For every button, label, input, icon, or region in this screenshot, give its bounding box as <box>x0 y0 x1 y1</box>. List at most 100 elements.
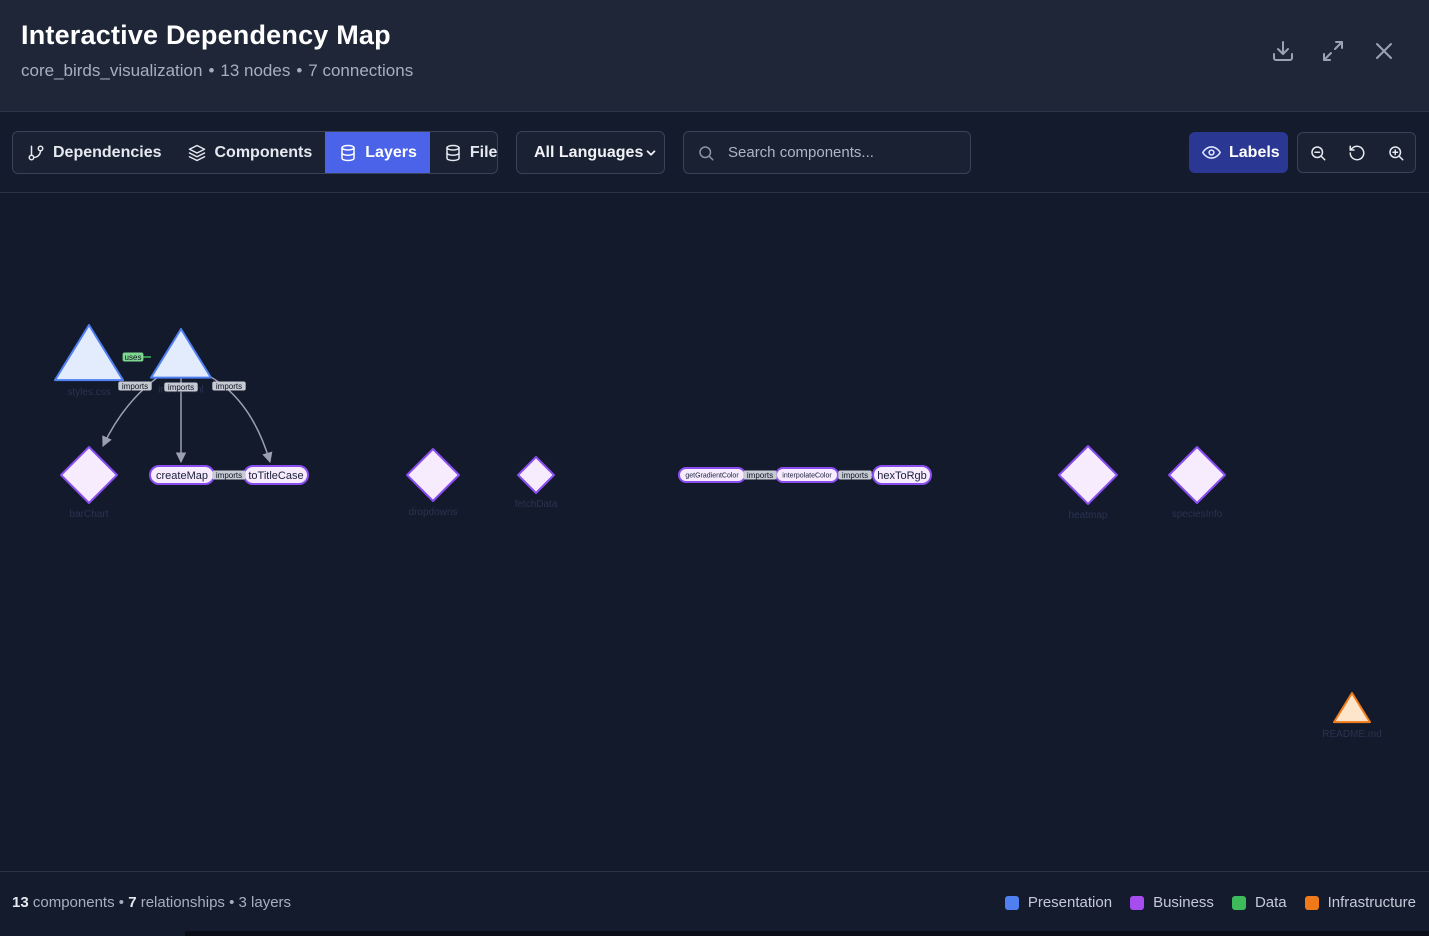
triangle-node-shape <box>54 324 124 382</box>
components-count: 13 <box>12 894 29 911</box>
legend-item-business: Business <box>1130 894 1214 911</box>
node-label: heatmap <box>1069 510 1108 521</box>
tab-label: Layers <box>365 143 417 161</box>
graph-node-createMap[interactable]: createMap <box>149 465 215 485</box>
legend-item-data: Data <box>1231 894 1287 911</box>
zoom-in-button[interactable] <box>1376 133 1415 172</box>
dependency-map-app: Interactive Dependency Map core_birds_vi… <box>0 0 1429 936</box>
node-label: createMap <box>156 470 208 482</box>
relationships-label: relationships <box>140 894 225 911</box>
diamond-node-shape <box>60 446 118 504</box>
tab-layers[interactable]: Layers <box>325 132 430 173</box>
graph-node-getGradientColor[interactable]: getGradientColor <box>678 467 746 483</box>
node-label: README.md <box>1322 729 1381 740</box>
language-select-value: All Languages <box>534 143 644 161</box>
legend-swatch <box>1004 895 1019 910</box>
separator: • <box>118 894 125 911</box>
tab-dependencies[interactable]: Dependencies <box>13 132 174 173</box>
status-bar: 13 components • 7 relationships • 3 laye… <box>0 871 1429 936</box>
node-count: 13 nodes <box>220 61 291 80</box>
relationships-count: 7 <box>128 894 137 911</box>
view-mode-tabs: Dependencies Components Layers Files <box>12 131 498 174</box>
legend-label: Data <box>1254 894 1287 911</box>
graph-canvas[interactable]: styles.cssindex.htmlbarChartcreateMaptoT… <box>0 194 1429 871</box>
graph-node-dropdowns[interactable]: dropdowns <box>406 448 460 518</box>
legend-label: Infrastructure <box>1327 894 1416 911</box>
legend-label: Presentation <box>1027 894 1113 911</box>
edge-label-text: uses <box>125 353 142 362</box>
labels-toggle-button[interactable]: Labels <box>1189 132 1288 173</box>
legend-swatch <box>1231 895 1246 910</box>
edge-label: imports <box>212 381 246 391</box>
diamond-node-shape <box>1168 446 1226 504</box>
layer-legend: Presentation Business Data Infrastructur… <box>1004 894 1416 911</box>
project-name: core_birds_visualization <box>21 61 203 80</box>
edge-label: imports <box>838 470 872 480</box>
edge-label-text: imports <box>168 383 194 392</box>
components-label: components <box>32 894 115 911</box>
edge-label: imports <box>743 470 777 480</box>
zoom-out-icon <box>1310 145 1325 160</box>
toolbar: Dependencies Components Layers Files All… <box>0 113 1429 193</box>
edge-label-text: imports <box>216 382 242 391</box>
node-label: interpolateColor <box>782 473 832 480</box>
labels-button-label: Labels <box>1229 143 1280 161</box>
node-label: getGradientColor <box>685 473 739 480</box>
git-branch-icon <box>28 145 44 160</box>
layers-count: 3 layers <box>238 894 292 911</box>
node-label: toTitleCase <box>248 470 303 482</box>
triangle-node-shape <box>150 328 212 379</box>
graph-node-barChart[interactable]: barChart <box>60 446 118 520</box>
graph-node-hexToRgb[interactable]: hexToRgb <box>872 465 932 485</box>
node-label: styles.css <box>67 387 110 398</box>
eye-icon <box>1202 146 1221 159</box>
node-label: barChart <box>70 509 109 520</box>
chevron-down-icon <box>646 150 656 156</box>
diamond-node-shape <box>1058 445 1118 505</box>
dependency-graph[interactable]: styles.cssindex.htmlbarChartcreateMaptoT… <box>0 194 1429 871</box>
layers-stack-icon <box>189 144 206 161</box>
graph-stats: 13 components • 7 relationships • 3 laye… <box>12 894 291 911</box>
legend-item-presentation: Presentation <box>1004 894 1113 911</box>
search-input[interactable] <box>728 132 964 173</box>
zoom-out-button[interactable] <box>1298 133 1337 172</box>
horizontal-scrollbar[interactable] <box>185 931 1429 936</box>
graph-node-toTitleCase[interactable]: toTitleCase <box>243 465 309 485</box>
graph-node-speciesInfo[interactable]: speciesInfo <box>1168 446 1226 520</box>
tab-label: Dependencies <box>53 143 162 161</box>
graph-node-heatmap[interactable]: heatmap <box>1058 445 1118 521</box>
zoom-controls <box>1297 132 1416 173</box>
edge-label-text: imports <box>122 382 148 391</box>
legend-swatch <box>1130 895 1145 910</box>
edge-label: imports <box>118 381 152 391</box>
search-icon <box>699 146 714 161</box>
nodes-layer: styles.cssindex.htmlbarChartcreateMaptoT… <box>54 324 1382 740</box>
close-icon[interactable] <box>1370 37 1398 65</box>
edge-label: imports <box>164 382 198 392</box>
database-icon <box>341 144 356 161</box>
connection-count: 7 connections <box>308 61 414 80</box>
page-subtitle: core_birds_visualization • 13 nodes • 7 conn… <box>21 61 413 81</box>
language-select[interactable]: All Languages <box>516 131 665 174</box>
graph-node-styles[interactable]: styles.css <box>54 324 124 398</box>
edge-labels-layer: uses imports imports imports imports imports i… <box>118 352 872 480</box>
graph-node-fetchData[interactable]: fetchData <box>515 456 558 510</box>
triangle-node-shape <box>1333 692 1371 724</box>
separator: • <box>296 61 303 80</box>
download-icon[interactable] <box>1269 37 1297 65</box>
separator: • <box>208 61 215 80</box>
graph-node-readme[interactable]: README.md <box>1322 692 1382 740</box>
node-label: hexToRgb <box>877 470 927 482</box>
tab-files[interactable]: Files <box>430 132 497 173</box>
zoom-in-icon <box>1388 145 1403 160</box>
edge-label-text: imports <box>842 471 868 480</box>
edge-label: imports <box>212 470 246 480</box>
graph-node-interpolateColor[interactable]: interpolateColor <box>775 467 839 483</box>
maximize-icon[interactable] <box>1319 37 1347 65</box>
edges-layer <box>102 353 873 476</box>
edge-label-text: imports <box>747 471 773 480</box>
separator: • <box>229 894 235 911</box>
reset-view-button[interactable] <box>1337 133 1376 172</box>
tab-components[interactable]: Components <box>174 132 325 173</box>
node-label: fetchData <box>515 499 558 510</box>
